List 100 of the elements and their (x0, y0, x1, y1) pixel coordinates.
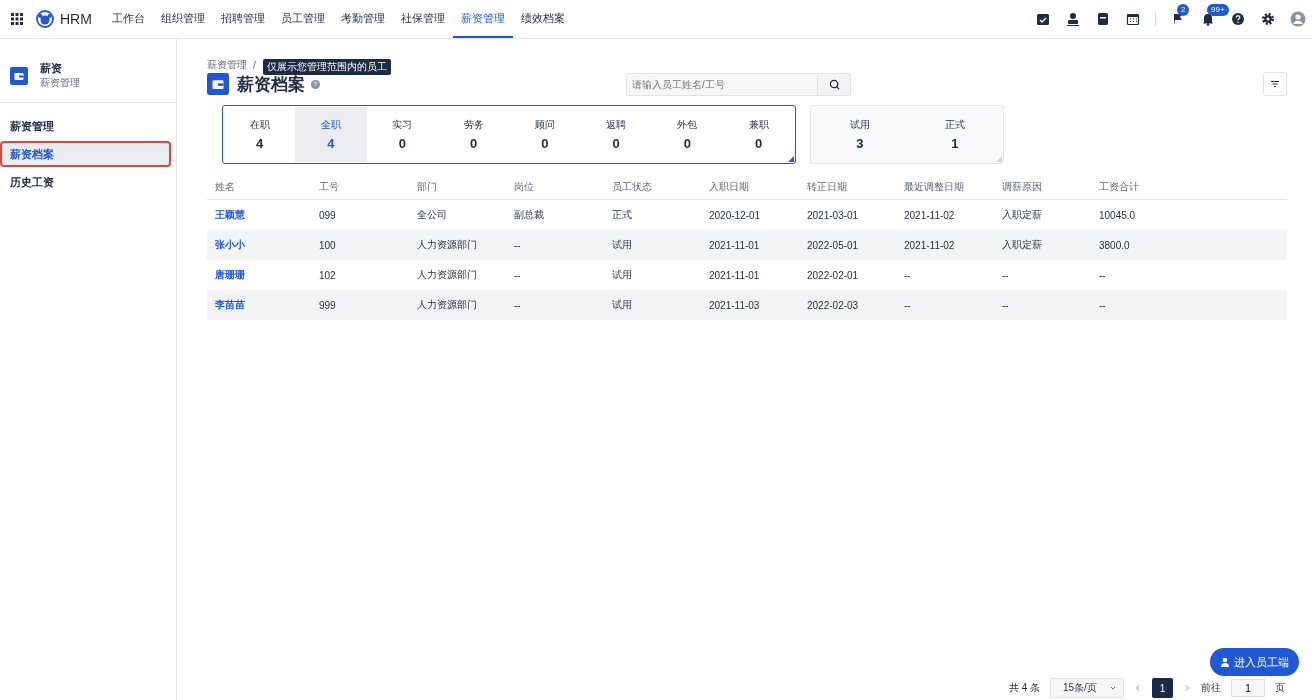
help-icon[interactable] (1231, 12, 1245, 26)
nav-tab[interactable]: 组织管理 (152, 0, 213, 38)
employee-link[interactable]: 王颖慧 (215, 208, 319, 222)
table-cell-text: 入职定薪 (1002, 208, 1043, 222)
nav-tab[interactable]: 员工管理 (272, 0, 333, 38)
table-cell-text: 人力资源部门 (417, 298, 478, 312)
table-cell-text: 2021-11-01 (709, 239, 761, 251)
stat-value: 0 (755, 136, 763, 151)
module-subtitle: 薪资管理 (40, 76, 80, 90)
stat-label: 全职 (320, 118, 341, 132)
column-header: 姓名 (215, 179, 236, 194)
table-cell-text: 2022-02-01 (807, 269, 860, 281)
page-number[interactable]: 1 (1152, 678, 1173, 698)
table-cell-text: 2021-11-02 (904, 209, 956, 221)
table-cell-text: -- (514, 299, 522, 311)
stat-label: 正式 (944, 118, 965, 132)
person-icon[interactable] (1066, 12, 1080, 26)
stat-label: 试用 (849, 118, 870, 132)
table-cell-text: -- (514, 269, 522, 281)
table-cell-text: 试用 (612, 268, 633, 282)
wallet-icon (207, 73, 229, 95)
page-size-select[interactable]: 15条/页 (1050, 678, 1124, 698)
settings-icon[interactable] (1261, 12, 1275, 26)
search-field[interactable]: 请输入员工姓名/工号 (626, 72, 818, 96)
table-cell-text: 人力资源部门 (417, 238, 478, 252)
stat-tab[interactable]: 试用 3 (812, 107, 908, 162)
table-cell-text: -- (514, 239, 522, 251)
employee-link[interactable]: 李苗苗 (215, 298, 319, 312)
table-cell-text: 2021-11-01 (709, 269, 761, 281)
notification-badge: 2 (1177, 4, 1190, 16)
apps-menu-icon[interactable] (11, 13, 23, 25)
stat-label: 顾问 (534, 118, 555, 132)
employee-portal-button[interactable]: 进入员工端 (1210, 648, 1299, 676)
table-cell-text: -- (1099, 299, 1107, 311)
table-cell-text: 正式 (612, 208, 633, 222)
employee-link[interactable]: 张小小 (215, 238, 319, 252)
stat-label: 实习 (392, 118, 413, 132)
table-cell-text: 2021-11-03 (709, 299, 761, 311)
column-header: 入职日期 (709, 179, 750, 194)
person-icon (1220, 657, 1230, 667)
stat-tab[interactable]: 全职 4 (295, 107, 367, 162)
table-cell-text: -- (1099, 269, 1107, 281)
filter-button[interactable] (1263, 72, 1287, 96)
nav-tab[interactable]: 绩效档案 (512, 0, 573, 38)
calendar-check-icon[interactable] (1036, 12, 1050, 26)
stat-tab[interactable]: 兼职 0 (723, 107, 795, 162)
avatar-icon[interactable] (1290, 11, 1306, 27)
column-header: 转正日期 (807, 179, 848, 194)
nav-tab[interactable]: 工作台 (103, 0, 153, 38)
stat-value: 0 (469, 136, 478, 151)
sidebar-item[interactable]: 历史工资 (0, 169, 171, 195)
stat-label: 兼职 (748, 118, 769, 132)
nav-tab[interactable]: 薪资管理 (452, 0, 513, 38)
bell-icon[interactable] (1201, 12, 1215, 26)
stat-tab[interactable]: 返聘 0 (580, 107, 652, 162)
stat-value: 0 (683, 136, 692, 151)
breadcrumb-link[interactable]: 薪资管理 (207, 58, 247, 72)
stat-value: 0 (398, 136, 406, 151)
stat-tab[interactable]: 正式 1 (907, 107, 1003, 162)
search-button[interactable] (818, 72, 851, 96)
filter-icon (1270, 80, 1280, 88)
resize-corner-icon (996, 156, 1003, 162)
nav-tab[interactable]: 考勤管理 (332, 0, 393, 38)
goto-label: 前往 (1201, 681, 1221, 695)
app-name: HRM (60, 11, 92, 27)
stat-tab[interactable]: 在职 4 (224, 107, 296, 162)
nav-tab[interactable]: 社保管理 (392, 0, 453, 38)
stat-tab[interactable]: 外包 0 (651, 107, 724, 162)
column-header: 员工状态 (612, 179, 653, 194)
notification-badge: 99+ (1207, 4, 1229, 16)
stat-tab[interactable]: 劳务 0 (437, 107, 510, 162)
sidebar-item[interactable]: 薪资档案 (0, 141, 171, 167)
table-cell-text: 099 (319, 209, 337, 221)
page-suffix: 页 (1275, 681, 1285, 695)
goto-field[interactable]: 1 (1231, 679, 1265, 697)
table-cell-text: 10045.0 (1099, 209, 1137, 221)
stat-tab[interactable]: 顾问 0 (509, 107, 581, 162)
table-cell-text: 试用 (612, 238, 633, 252)
employee-link[interactable]: 唐珊珊 (215, 268, 319, 282)
nav-tab[interactable]: 招聘管理 (212, 0, 273, 38)
table-cell-text: 副总裁 (514, 208, 545, 222)
calendar-icon[interactable] (1126, 12, 1140, 26)
stat-value: 3 (856, 136, 864, 151)
search-icon (828, 78, 840, 90)
tooltip: 仅展示您管理范围内的员工 (263, 59, 391, 75)
stat-tab[interactable]: 实习 0 (366, 107, 438, 162)
sidebar-item[interactable]: 薪资管理 (0, 113, 171, 139)
chevron-down-icon (1109, 684, 1117, 692)
column-header: 部门 (417, 179, 438, 194)
stat-value: 1 (951, 136, 959, 151)
total-count: 共 4 条 (1008, 681, 1040, 695)
stat-label: 劳务 (463, 118, 484, 132)
table-cell-text: 102 (319, 269, 337, 281)
table-cell-text: -- (904, 269, 912, 281)
stat-label: 返聘 (606, 118, 627, 132)
document-icon[interactable] (1096, 12, 1110, 26)
table-cell-text: 2022-05-01 (807, 239, 860, 251)
stat-label: 在职 (249, 118, 270, 132)
table-cell-text: 3800.0 (1099, 239, 1131, 251)
table-cell-text: -- (1002, 269, 1010, 281)
